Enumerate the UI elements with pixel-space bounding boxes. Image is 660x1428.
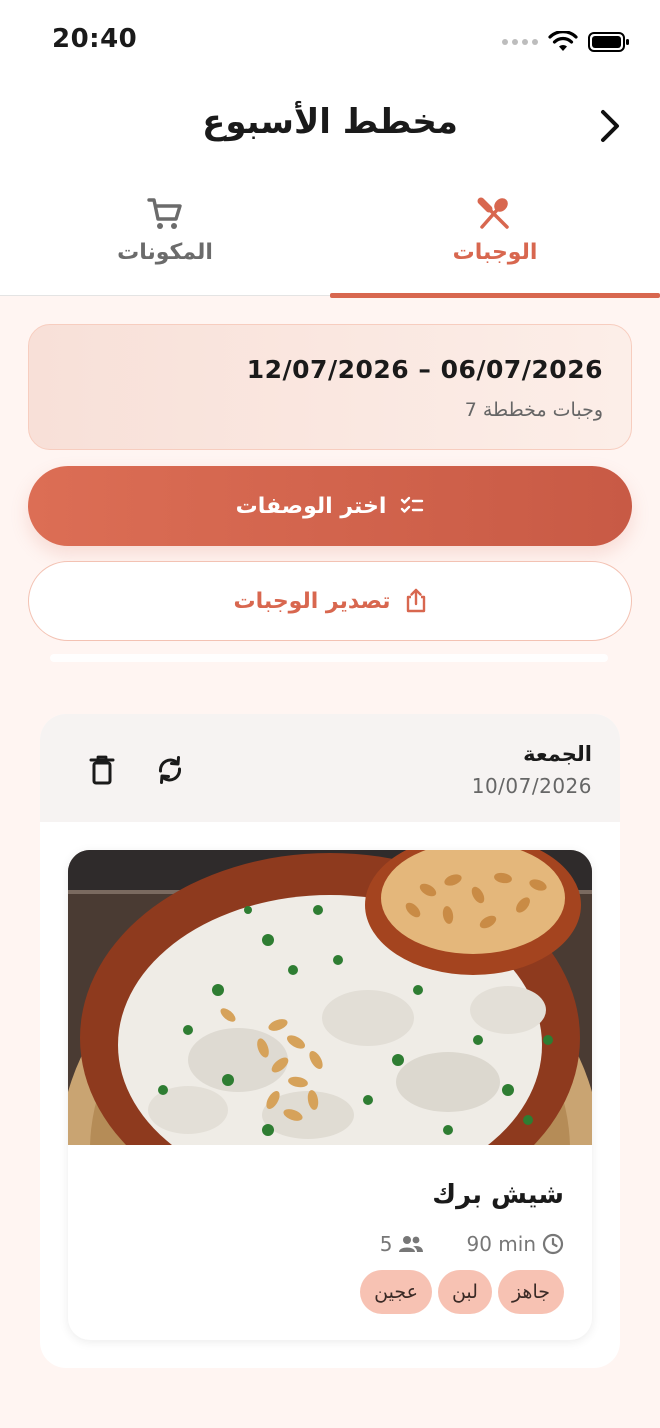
recipe-title: شيش برك [432, 1180, 564, 1210]
page-title: مخطط الأسبوع [202, 102, 458, 142]
day-date: 10/07/2026 [471, 774, 592, 798]
delete-meal-button[interactable] [80, 748, 124, 792]
recipe-tags: جاهز لبن عجين [360, 1270, 564, 1314]
battery-icon [588, 32, 629, 52]
recipe-tag: جاهز [497, 1270, 564, 1314]
clock-icon [542, 1233, 564, 1255]
signal-icon [502, 39, 538, 45]
header: مخطط الأسبوع [0, 90, 660, 162]
tab-ingredients-label: المكونات [117, 240, 213, 265]
tab-meals[interactable]: الوجبات [330, 190, 660, 298]
week-date-range: 12/07/2026 – 06/07/2026 [246, 355, 603, 384]
tab-active-indicator [330, 293, 660, 298]
refresh-icon [158, 756, 182, 784]
chevron-right-icon [601, 110, 619, 142]
recipe-tag: لبن [437, 1270, 492, 1314]
choose-recipes-button[interactable]: اختر الوصفات [28, 466, 632, 546]
export-meals-button[interactable]: تصدير الوجبات [28, 561, 632, 641]
recipe-time: 90 min [466, 1232, 564, 1256]
share-icon [406, 588, 425, 613]
day-header: الجمعة 10/07/2026 [40, 714, 620, 822]
day-card: الجمعة 10/07/2026 شيش برك 90 min 5 جاهز … [40, 714, 620, 1368]
back-button[interactable] [590, 106, 630, 146]
utensils-icon [330, 196, 660, 232]
cart-icon [0, 196, 330, 232]
week-summary-card: 12/07/2026 – 06/07/2026 7 وجبات مخططة [28, 324, 632, 450]
status-icons [502, 28, 630, 56]
recipe-tag: عجين [360, 1270, 432, 1314]
tab-ingredients[interactable]: المكونات [0, 190, 330, 296]
checklist-icon [401, 496, 424, 513]
status-time: 20:40 [52, 24, 138, 54]
people-icon [399, 1236, 424, 1252]
recipe-servings: 5 [380, 1232, 425, 1256]
status-bar: 20:40 [0, 0, 660, 84]
recipe-time-value: 90 min [466, 1232, 536, 1256]
divider [50, 654, 608, 662]
recipe-meta: 90 min 5 [380, 1231, 564, 1257]
export-meals-label: تصدير الوجبات [233, 588, 391, 614]
tab-meals-label: الوجبات [452, 240, 538, 265]
replace-meal-button[interactable] [148, 748, 192, 792]
recipe-image [68, 850, 592, 1145]
day-name: الجمعة [523, 742, 592, 766]
recipe-card[interactable]: شيش برك 90 min 5 جاهز لبن عجين [68, 850, 592, 1340]
choose-recipes-label: اختر الوصفات [235, 493, 387, 519]
trash-icon [89, 755, 115, 785]
tab-bar: الوجبات المكونات [0, 190, 660, 298]
wifi-icon [548, 31, 578, 51]
recipe-servings-value: 5 [379, 1232, 393, 1256]
planned-meals-count: 7 وجبات مخططة [464, 399, 603, 421]
